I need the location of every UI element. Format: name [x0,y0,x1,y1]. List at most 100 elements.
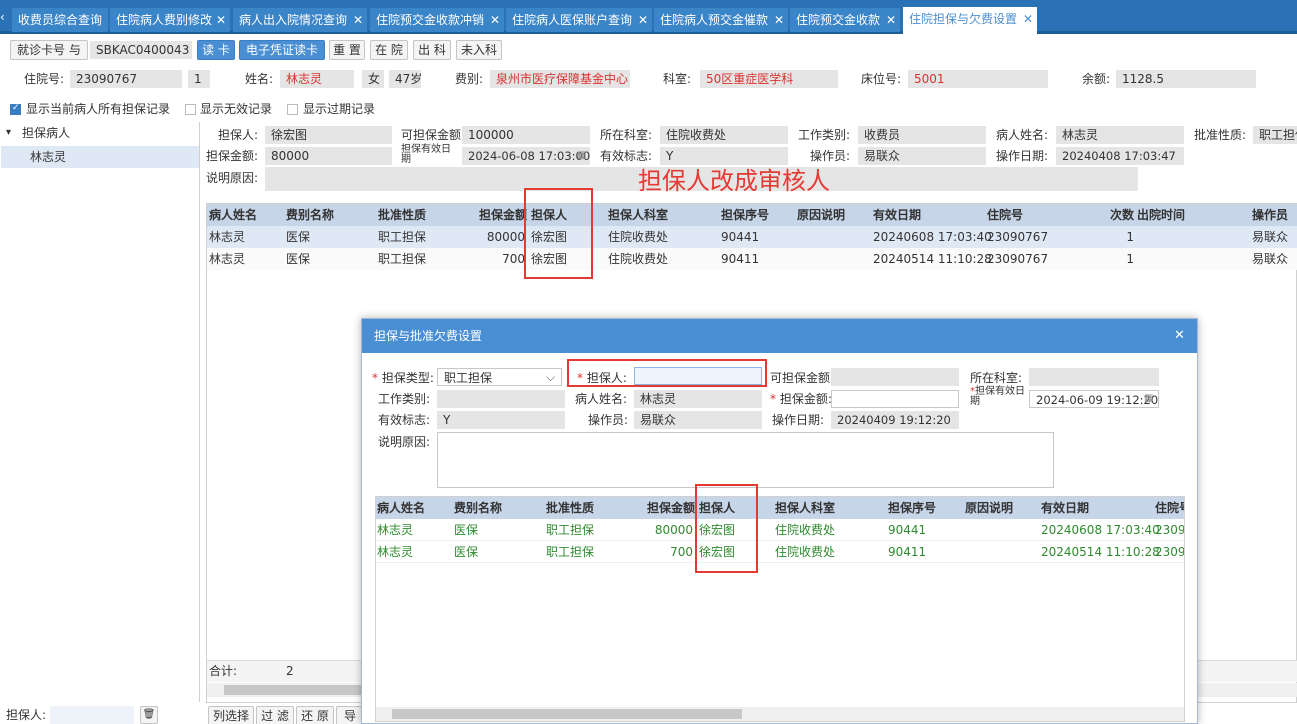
trash-icon[interactable]: 🗑 [140,706,158,724]
col-header[interactable]: 次数 [1110,204,1134,226]
tab-deposit-collect[interactable]: 住院预交金收款 ✕ [790,8,900,32]
dept-label: 科室: [663,72,692,86]
bed-label: 床位号: [861,72,902,86]
calendar-icon[interactable]: ▦ [577,147,586,165]
restore-button[interactable]: 还 原 [296,706,334,724]
export-button[interactable]: 导 出 [336,706,364,724]
show-expired-checkbox[interactable] [287,104,298,115]
show-all-checkbox[interactable] [10,103,21,115]
cell: 700 [670,545,693,559]
discharged-button[interactable]: 出 科 [413,40,451,60]
patient-name-field: 林志灵 [280,70,354,88]
cell: 住院收费处 [775,523,836,537]
filter-button[interactable]: 过 滤 [256,706,294,724]
tab-deposit-reverse[interactable]: 住院预交金收款冲销 ✕ [370,8,504,32]
calendar-icon[interactable]: ▦ [1144,390,1153,408]
required-icon: * [770,392,776,406]
scrollbar-thumb[interactable] [224,685,374,695]
in-hospital-button[interactable]: 在 院 [370,40,408,60]
col-header[interactable]: 原因说明 [797,204,845,226]
close-icon[interactable]: ✕ [638,8,648,32]
cell: 职工担保 [378,230,427,244]
tree-collapse-icon[interactable]: ▾ [6,124,11,142]
guarantor-label: 担保人: [218,128,259,142]
e-voucher-read-button[interactable]: 电子凭证读卡 [239,40,325,60]
tab-cashier-query[interactable]: 收费员综合查询 [12,8,108,32]
approve-field: 职工担保 [1253,126,1297,144]
valid-date-label: 担保有效日期 [970,386,1025,407]
col-header[interactable]: 费别名称 [454,497,502,519]
cell: 23090 [1155,545,1184,559]
col-header[interactable]: 批准性质 [378,204,426,226]
col-header[interactable]: 出院时间 [1137,204,1185,226]
cell: 90411 [888,545,927,559]
cell: 20240608 17:03:40 [1041,523,1160,537]
col-header[interactable]: 担保序号 [721,204,769,226]
show-all-label: 显示当前病人所有担保记录 [26,102,171,116]
chevron-down-icon[interactable]: ⌵ [546,368,555,386]
col-header[interactable]: 有效日期 [873,204,921,226]
tab-deposit-reminder[interactable]: 住院病人预交金催款 ✕ [654,8,788,32]
cell: 80000 [654,523,693,537]
valid-flag-label: 有效标志: [600,149,653,163]
tab-label: 住院病人医保账户查询 [512,13,633,27]
col-header[interactable]: 费别名称 [286,204,334,226]
card-number-input[interactable]: SBKAC0400043 [90,41,192,59]
tab-guarantee-settings[interactable]: 住院担保与欠费设置 ✕ [903,7,1037,34]
worktype-label: 工作类别: [798,128,851,142]
balance-field: 1128.5 [1116,70,1256,88]
col-header[interactable]: 担保金额 [479,204,527,226]
age-field: 47岁 [389,70,421,88]
tab-fee-type-modify[interactable]: 住院病人费别修改 ✕ [110,8,230,32]
dialog-scrollbar-thumb[interactable] [392,709,742,719]
avail-field [831,368,959,386]
tree-root[interactable]: 担保病人 [22,124,70,142]
patient-tree: ▾ 担保病人 林志灵 [0,122,200,702]
valid-date-input[interactable]: 2024-06-09 19:12:20 [1029,390,1159,408]
guarantee-type-select[interactable]: 职工担保 [437,368,562,386]
col-header[interactable]: 病人姓名 [209,204,257,226]
col-header[interactable]: 操作员 [1252,204,1288,226]
operator-field: 易联众 [634,411,762,429]
tab-label: 病人出入院情况查询 [239,13,348,27]
name-label: 姓名: [245,72,274,86]
col-header[interactable]: 批准性质 [546,497,594,519]
cell: 职工担保 [378,252,427,266]
read-card-button[interactable]: 读 卡 [197,40,235,60]
col-header[interactable]: 住院号 [987,204,1023,226]
close-icon[interactable]: ✕ [353,8,363,32]
tab-admission-query[interactable]: 病人出入院情况查询 ✕ [233,8,367,32]
close-icon[interactable]: ✕ [774,8,784,32]
close-icon[interactable]: ✕ [216,8,226,32]
close-icon[interactable]: ✕ [490,8,500,32]
cell: 90411 [721,252,760,266]
col-header[interactable]: 担保金额 [647,497,695,519]
col-header[interactable]: 有效日期 [1041,497,1089,519]
col-header[interactable]: 担保人科室 [775,497,835,519]
reason-textarea[interactable] [437,432,1054,488]
amount-input[interactable] [831,390,959,408]
card-type-select[interactable]: 就诊卡号 与 [10,40,88,60]
not-admitted-button[interactable]: 未入科 [456,40,502,60]
show-invalid-checkbox[interactable] [185,104,196,115]
patient-field: 林志灵 [634,390,762,408]
tab-insurance-account[interactable]: 住院病人医保账户查询 ✕ [506,8,652,32]
col-header[interactable]: 病人姓名 [377,497,425,519]
reset-button[interactable]: 重 置 [329,40,365,60]
col-header[interactable]: 担保序号 [888,497,936,519]
col-header[interactable]: 担保人科室 [608,204,668,226]
cell: 林志灵 [209,230,246,244]
close-icon[interactable]: ✕ [1023,7,1033,31]
cell: 90441 [721,230,760,244]
column-select-button[interactable]: 列选择 [208,706,254,724]
avail-label: 可担保金额 [401,128,462,142]
bottom-guarantor-label: 担保人: [6,708,47,722]
close-icon[interactable]: ✕ [886,8,896,32]
col-header[interactable]: 原因说明 [965,497,1013,519]
col-header[interactable]: 住院号 [1155,497,1184,519]
close-icon[interactable]: ✕ [1174,328,1185,343]
tab-scroll-left-icon[interactable]: ‹ [0,10,10,24]
bottom-guarantor-input[interactable] [50,706,134,724]
dept-field: 住院收费处 [660,126,788,144]
tab-label: 住院担保与欠费设置 [909,12,1018,26]
